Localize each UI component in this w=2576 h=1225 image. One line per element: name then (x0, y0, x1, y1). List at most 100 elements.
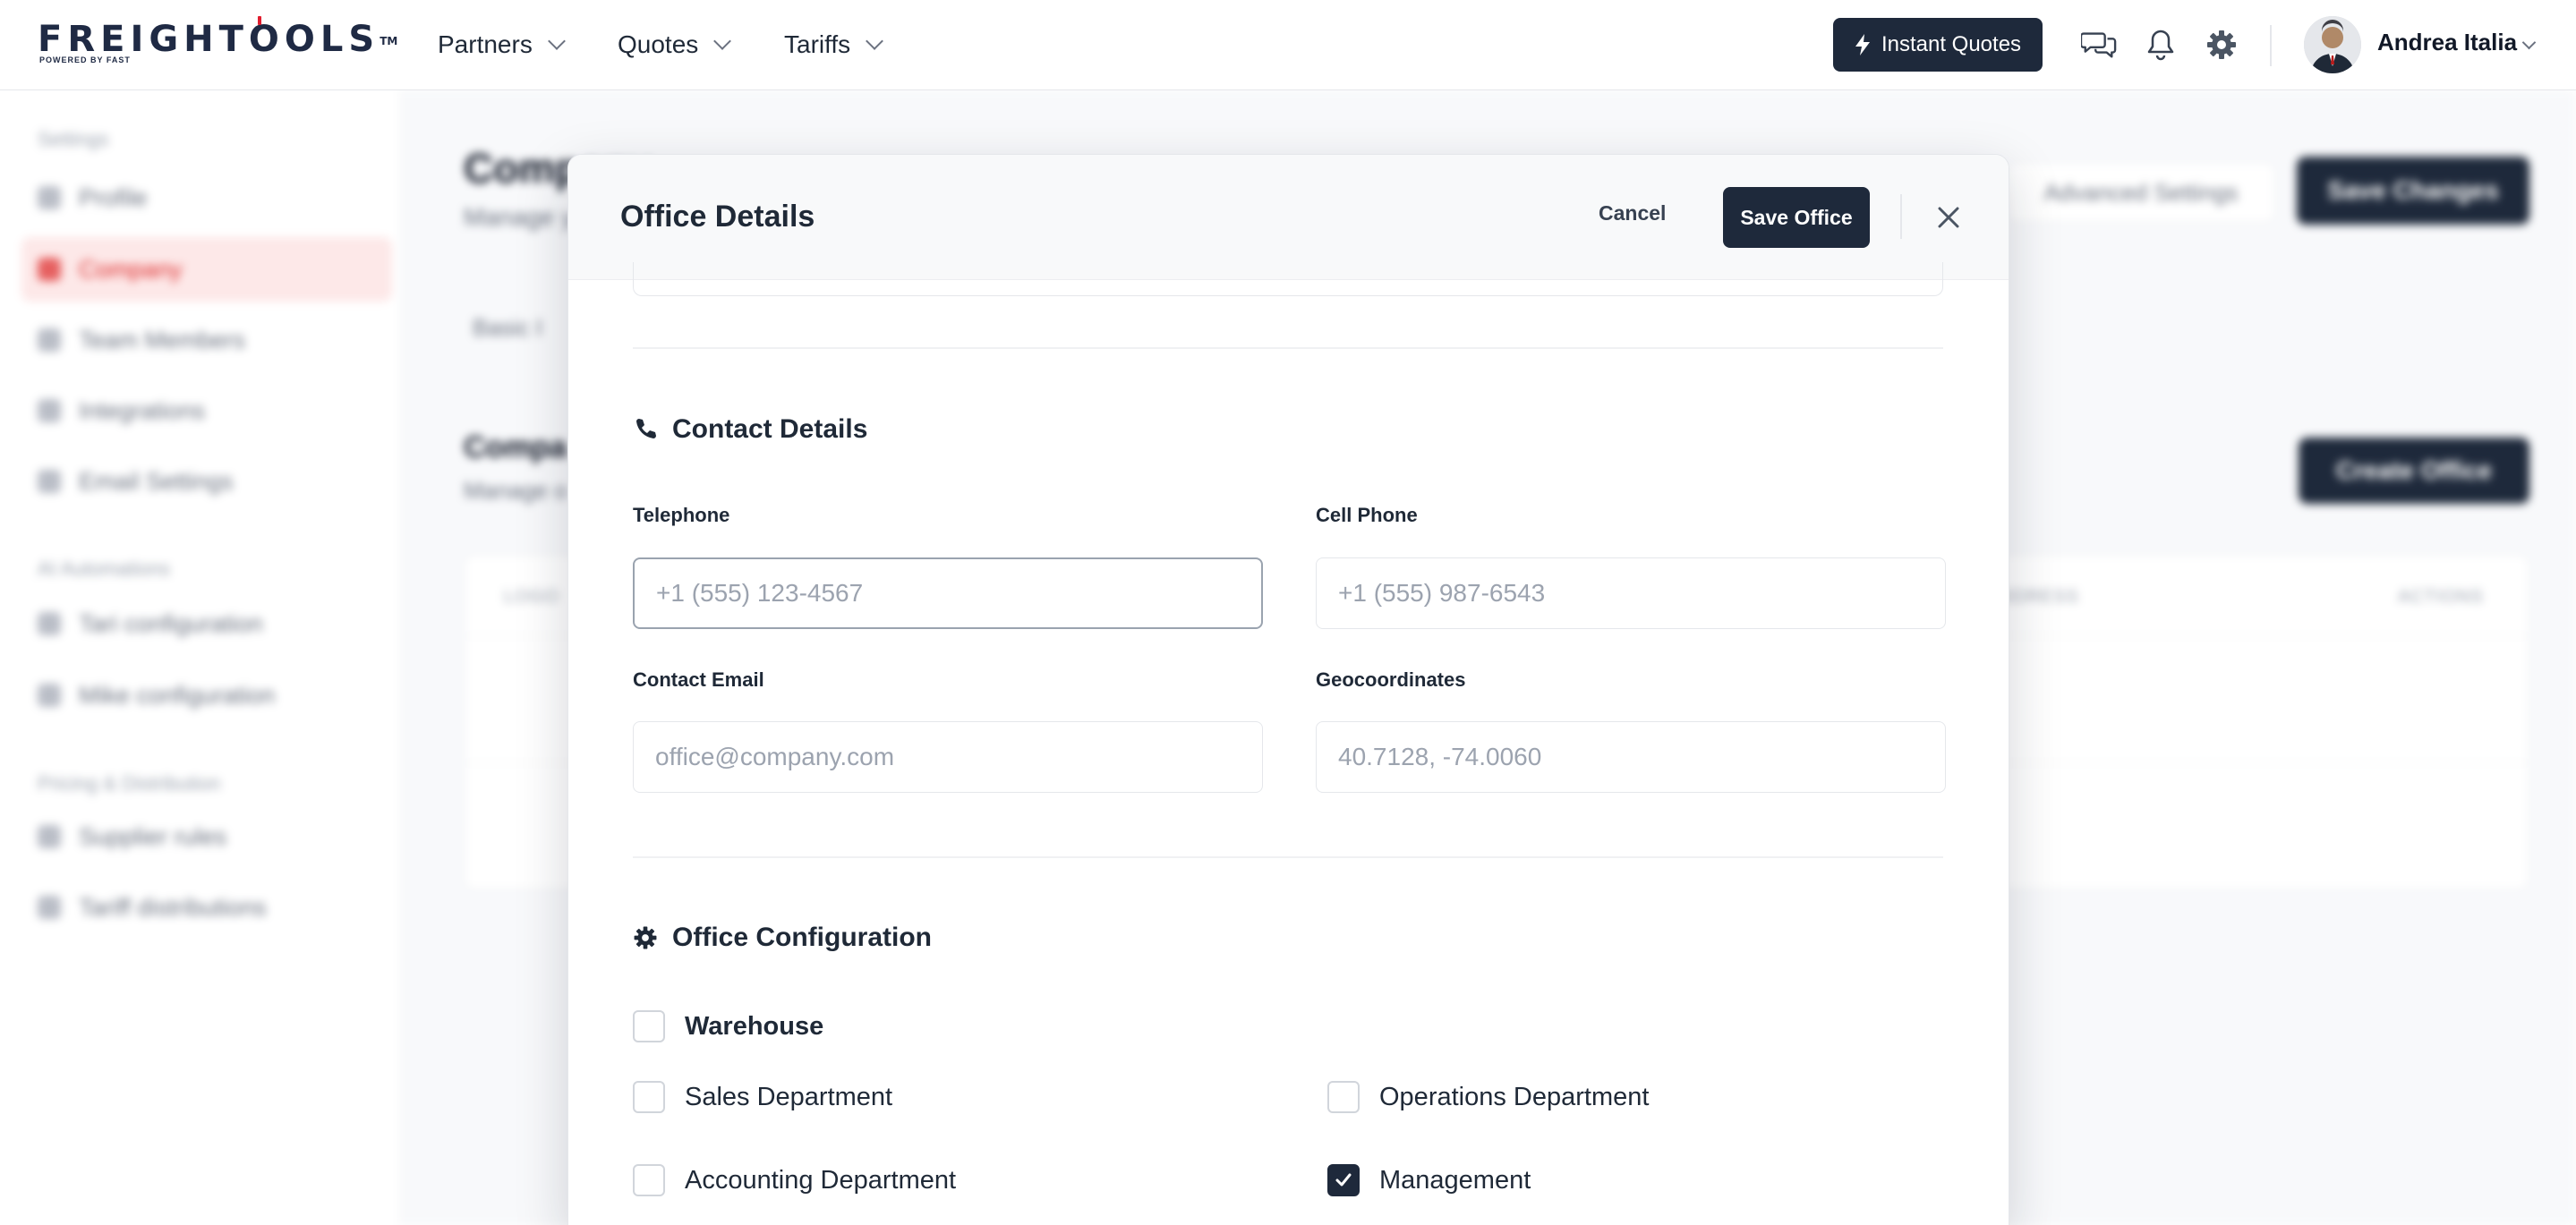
instant-quotes-button[interactable]: Instant Quotes (1833, 18, 2043, 72)
bell-icon[interactable] (2143, 27, 2179, 63)
section-divider (633, 347, 1943, 349)
instant-quotes-label: Instant Quotes (1881, 32, 2022, 56)
close-icon[interactable] (1931, 200, 1966, 235)
telephone-input[interactable] (633, 557, 1263, 629)
save-changes-button[interactable]: Save Changes (2297, 157, 2529, 225)
operations-department-label: Operations Department (1379, 1082, 1650, 1111)
offices-section-title: Compa (464, 430, 567, 464)
sidebar-item-team-members[interactable]: Team Members (21, 308, 392, 372)
contact-details-title: Contact Details (672, 414, 868, 444)
nav-tariffs-label: Tariffs (784, 30, 851, 58)
sidebar-item-integrations[interactable]: Integrations (21, 379, 392, 443)
accounting-department-checkbox[interactable]: Accounting Department (633, 1164, 956, 1196)
sidebar-section-pricing: Pricing & Distribution (38, 772, 221, 795)
contact-email-input[interactable] (633, 721, 1263, 793)
tab-basic-info[interactable]: Basic I (473, 314, 542, 342)
mail-icon (38, 470, 61, 493)
robot-icon (38, 612, 61, 635)
nav-quotes-label: Quotes (618, 30, 699, 58)
telephone-label: Telephone (633, 504, 730, 526)
management-label: Management (1379, 1165, 1531, 1195)
save-office-button[interactable]: Save Office (1723, 187, 1870, 248)
sidebar-item-label: Supplier rules (79, 822, 227, 850)
management-checkbox[interactable]: Management (1327, 1164, 1531, 1196)
header-divider (1900, 194, 1902, 239)
column-header-actions: ACTIONS (2398, 587, 2484, 607)
office-details-modal: Office Details Cancel Save Office Contac… (567, 154, 2009, 1225)
sidebar-item-label: Team Members (79, 326, 246, 353)
chevron-down-icon[interactable] (2521, 35, 2537, 50)
nav-tariffs[interactable]: Tariffs (784, 27, 884, 63)
logo-accent-mark (258, 16, 261, 25)
checkbox-unchecked[interactable] (1327, 1081, 1360, 1113)
user-name[interactable]: Andrea Italia (2377, 29, 2517, 56)
operations-department-checkbox[interactable]: Operations Department (1327, 1081, 1649, 1113)
geocoordinates-input[interactable] (1316, 721, 1946, 793)
modal-header: Office Details Cancel Save Office (568, 155, 2009, 280)
column-header-logo: LOGO (504, 587, 559, 607)
offices-section-subtitle: Manage o (464, 477, 567, 504)
share-icon (38, 896, 61, 919)
nav-partners-label: Partners (438, 30, 533, 58)
sidebar-item-email-settings[interactable]: Email Settings (21, 449, 392, 514)
sidebar-item-label: Email Settings (79, 467, 234, 495)
sidebar-item-tari-configuration[interactable]: Tari configuration (21, 591, 392, 656)
logo-wordmark: FREIGHTOOLSTM (38, 19, 398, 60)
gear-icon (634, 926, 657, 949)
robot-icon (38, 684, 61, 707)
sales-department-label: Sales Department (685, 1082, 893, 1111)
office-configuration-heading: Office Configuration (633, 923, 932, 953)
cell-phone-input[interactable] (1316, 557, 1946, 629)
sidebar-item-label: Tariff distributions (79, 893, 267, 921)
phone-icon (636, 419, 656, 438)
settings-sidebar: Settings Profile Company Team Members In… (0, 90, 401, 1225)
sidebar-item-label: Profile (79, 183, 148, 211)
checkbox-unchecked[interactable] (633, 1010, 665, 1042)
chevron-down-icon (713, 32, 732, 50)
warehouse-label: Warehouse (685, 1011, 824, 1041)
sales-department-checkbox[interactable]: Sales Department (633, 1081, 892, 1113)
sidebar-item-company[interactable]: Company (21, 237, 392, 302)
previous-field-edge (633, 262, 1943, 296)
checkbox-unchecked[interactable] (633, 1081, 665, 1113)
chat-icon[interactable] (2081, 27, 2117, 63)
create-office-button[interactable]: Create Office (2299, 438, 2529, 504)
cancel-button[interactable]: Cancel (1599, 201, 1666, 225)
sidebar-item-label: Mike configuration (79, 681, 276, 709)
checkbox-unchecked[interactable] (633, 1164, 665, 1196)
accounting-department-label: Accounting Department (685, 1165, 957, 1195)
sidebar-item-profile[interactable]: Profile (21, 166, 392, 230)
contact-details-heading: Contact Details (633, 414, 867, 445)
sidebar-section-settings: Settings (38, 128, 109, 150)
warehouse-checkbox[interactable]: Warehouse (633, 1010, 823, 1042)
check-icon (1335, 1173, 1352, 1187)
chevron-down-icon (866, 32, 884, 50)
cell-phone-label: Cell Phone (1316, 504, 1418, 526)
sidebar-item-label: Tari configuration (79, 609, 263, 637)
nav-quotes[interactable]: Quotes (618, 27, 732, 63)
advanced-settings-button[interactable]: Advanced Settings (2007, 162, 2275, 223)
office-configuration-title: Office Configuration (672, 923, 932, 952)
top-navigation-bar: FREIGHTOOLSTM POWERED BY FAST Partners Q… (0, 0, 2576, 90)
rules-icon (38, 825, 61, 848)
freightools-logo[interactable]: FREIGHTOOLSTM POWERED BY FAST (38, 16, 398, 66)
sidebar-item-mike-configuration[interactable]: Mike configuration (21, 663, 392, 727)
sidebar-item-label: Company (79, 255, 183, 283)
sidebar-item-label: Integrations (79, 396, 206, 424)
building-icon (38, 258, 61, 281)
sidebar-item-supplier-rules[interactable]: Supplier rules (21, 804, 392, 869)
plug-icon (38, 399, 61, 422)
users-icon (38, 328, 61, 352)
geocoordinates-label: Geocoordinates (1316, 668, 1466, 691)
page-subtitle: Manage y (464, 203, 574, 231)
contact-email-label: Contact Email (633, 668, 764, 691)
user-avatar[interactable] (2304, 16, 2361, 73)
nav-partners[interactable]: Partners (438, 27, 566, 63)
user-icon (38, 186, 61, 209)
settings-gear-icon[interactable] (2204, 27, 2239, 63)
sidebar-section-ai-automations: AI Automations (38, 557, 170, 580)
modal-title: Office Details (620, 200, 815, 234)
sidebar-item-tariff-distributions[interactable]: Tariff distributions (21, 875, 392, 940)
checkbox-checked[interactable] (1327, 1164, 1360, 1196)
logo-tagline: POWERED BY FAST (39, 55, 131, 64)
